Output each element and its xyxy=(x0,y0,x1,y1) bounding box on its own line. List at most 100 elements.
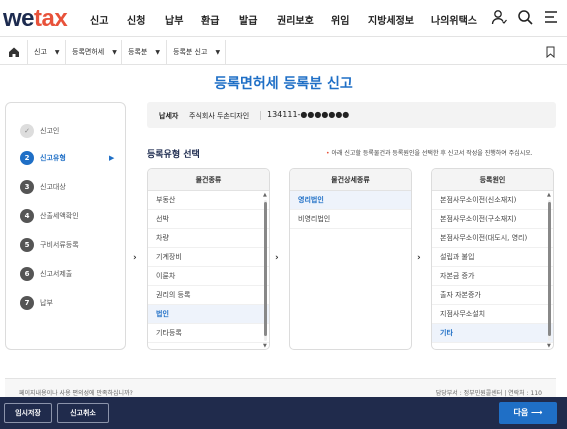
taxpayer-name: 주식회사 두손디자인 xyxy=(189,112,250,120)
menu-item-my-wetax[interactable]: 나의위택스 xyxy=(431,12,477,27)
cancel-report-button[interactable]: 신고취소 xyxy=(57,403,109,423)
step-label: 구비서류등록 xyxy=(40,241,79,249)
wetax-logo[interactable]: wetax xyxy=(3,5,68,33)
menu-item-payment[interactable]: 납부 xyxy=(165,12,183,27)
list-item[interactable]: 본점사무소이전(구소재지) xyxy=(432,210,553,229)
taxpayer-reg-no: 134111-●●●●●●● xyxy=(267,110,350,119)
menu-item-report[interactable]: 신고 xyxy=(90,12,108,27)
list-item[interactable]: 부동산 xyxy=(148,191,269,210)
list-item[interactable]: 이륜차 xyxy=(148,267,269,286)
scrollbar[interactable]: ▲ ▼ xyxy=(263,192,268,349)
list-item[interactable]: 선박 xyxy=(148,210,269,229)
contact-info: 담당부서 : 정부민원콜센터 | 연락처 : 110 xyxy=(435,390,542,397)
list-item[interactable]: 기타등록 xyxy=(148,324,269,343)
scroll-thumb[interactable] xyxy=(264,202,267,336)
step-item: 7 납부 xyxy=(20,295,53,311)
scroll-thumb[interactable] xyxy=(548,202,551,336)
breadcrumb-item-license-tax[interactable]: 등록면허세 ▼ xyxy=(65,40,121,65)
step-number: 5 xyxy=(20,238,34,252)
page-title: 등록면허세 등록분 신고 xyxy=(214,76,353,92)
step-item: ✓ 신고인 xyxy=(20,123,59,139)
menu-item-apply[interactable]: 신청 xyxy=(127,12,145,27)
hint-text: 아래 신고할 등록물건과 등록원인을 선택한 후 신고서 작성을 진행하여 주십… xyxy=(331,150,533,157)
arrow-right-icon: ⟶ xyxy=(531,408,543,417)
check-icon: ✓ xyxy=(20,124,34,138)
step-label: 신고대상 xyxy=(40,183,66,191)
satisfaction-question: 페이지내용이나 사용 편의성에 만족하십니까? xyxy=(19,390,133,397)
breadcrumb-label: 등록분 xyxy=(128,48,148,56)
scroll-down-arrow-icon[interactable]: ▼ xyxy=(263,343,267,349)
caret-down-icon: ▼ xyxy=(54,49,60,56)
hamburger-menu-icon[interactable] xyxy=(543,9,559,25)
user-icon[interactable] xyxy=(491,9,507,25)
logo-text-tax: tax xyxy=(34,5,68,32)
list-item-selected[interactable]: 기타 xyxy=(432,324,553,343)
list-item[interactable]: 비영리법인 xyxy=(290,210,411,229)
list-item[interactable]: 기계장비 xyxy=(148,248,269,267)
step-number: 7 xyxy=(20,296,34,310)
taxpayer-label: 납세자 xyxy=(159,112,179,120)
list-item[interactable]: 지점사무소설치 xyxy=(432,305,553,324)
breadcrumb-item-report[interactable]: 신고 ▼ xyxy=(27,40,65,65)
top-navigation: wetax 신고 신청 납부 환급 발급 권리보호 위임 지방세정보 나의위택스 xyxy=(0,0,567,37)
breadcrumb-item-registration-report[interactable]: 등록분 신고 ▼ xyxy=(166,40,226,65)
caret-down-icon: ▼ xyxy=(112,49,117,56)
step-label: 신고유형 xyxy=(40,154,66,162)
home-icon[interactable] xyxy=(8,46,20,58)
scroll-down-arrow-icon[interactable]: ▼ xyxy=(547,343,551,349)
scrollbar[interactable]: ▲ ▼ xyxy=(547,192,552,349)
list-item[interactable]: 설립과 불입 xyxy=(432,248,553,267)
step-number: 6 xyxy=(20,267,34,281)
breadcrumb-label: 등록분 신고 xyxy=(173,48,208,56)
breadcrumb-label: 신고 xyxy=(34,48,47,56)
bookmark-icon[interactable] xyxy=(546,46,555,58)
step-label: 납부 xyxy=(40,299,53,307)
list-item[interactable]: 본점사무소이전(대도시, 영리) xyxy=(432,229,553,248)
step-label: 신고서제출 xyxy=(40,270,73,278)
hint-bullet: • xyxy=(326,150,330,157)
feedback-strip: 페이지내용이나 사용 편의성에 만족하십니까? 담당부서 : 정부민원콜센터 |… xyxy=(5,378,556,398)
list-item[interactable]: 출자 자본증가 xyxy=(432,286,553,305)
scroll-up-arrow-icon[interactable]: ▲ xyxy=(263,192,267,198)
menu-item-issue[interactable]: 발급 xyxy=(239,12,257,27)
next-button[interactable]: 다음 ⟶ xyxy=(499,402,557,424)
registration-cause-list: 등록원인 본점사무소이전(신소재지) 본점사무소이전(구소재지) 본점사무소이전… xyxy=(431,168,554,350)
step-label: 신고인 xyxy=(40,127,60,135)
temp-save-button[interactable]: 임시저장 xyxy=(4,403,52,423)
list-item-selected[interactable]: 법인 xyxy=(148,305,269,324)
object-type-list: 물건종류 부동산 선박 차량 기계장비 이륜차 권리의 등록 법인 기타등록 ▲… xyxy=(147,168,270,350)
chevron-right-icon: › xyxy=(133,253,137,263)
list-item[interactable]: 본점사무소이전(신소재지) xyxy=(432,191,553,210)
logo-text-we: we xyxy=(3,5,35,32)
list-item-selected[interactable]: 영리법인 xyxy=(290,191,411,210)
step-label: 산출세액확인 xyxy=(40,212,79,220)
breadcrumb: 신고 ▼ 등록면허세 ▼ 등록분 ▼ 등록분 신고 ▼ xyxy=(0,40,567,65)
scroll-up-arrow-icon[interactable]: ▲ xyxy=(547,192,551,198)
column-header: 물건종류 xyxy=(148,169,269,191)
next-label: 다음 xyxy=(513,408,529,417)
step-number: 4 xyxy=(20,209,34,223)
list-item[interactable]: 차량 xyxy=(148,229,269,248)
caret-down-icon: ▼ xyxy=(155,49,160,56)
menu-item-delegation[interactable]: 위임 xyxy=(331,12,349,27)
nav-icon-group xyxy=(491,9,559,25)
divider xyxy=(260,111,261,120)
search-icon[interactable] xyxy=(517,9,533,25)
section-title: 등록유형 선택 xyxy=(147,150,200,160)
bottom-action-bar: 임시저장 신고취소 다음 ⟶ xyxy=(0,397,567,429)
column-header: 등록원인 xyxy=(432,169,553,191)
menu-item-local-tax-info[interactable]: 지방세정보 xyxy=(368,12,414,27)
breadcrumb-label: 등록면허세 xyxy=(72,48,105,56)
step-number: 2 xyxy=(20,151,34,165)
menu-item-refund[interactable]: 환급 xyxy=(201,12,219,27)
section-hint: • 아래 신고할 등록물건과 등록원인을 선택한 후 신고서 작성을 진행하여 … xyxy=(326,148,533,157)
step-item: 3 신고대상 xyxy=(20,179,66,195)
menu-item-rights-protection[interactable]: 권리보호 xyxy=(277,12,314,27)
list-item[interactable]: 권리의 등록 xyxy=(148,286,269,305)
step-item: 5 구비서류등록 xyxy=(20,237,79,253)
chevron-right-icon: › xyxy=(275,253,279,263)
list-item[interactable]: 자본금 증가 xyxy=(432,267,553,286)
step-number: 3 xyxy=(20,180,34,194)
caret-down-icon: ▼ xyxy=(215,49,221,56)
breadcrumb-item-registration[interactable]: 등록분 ▼ xyxy=(121,40,166,65)
